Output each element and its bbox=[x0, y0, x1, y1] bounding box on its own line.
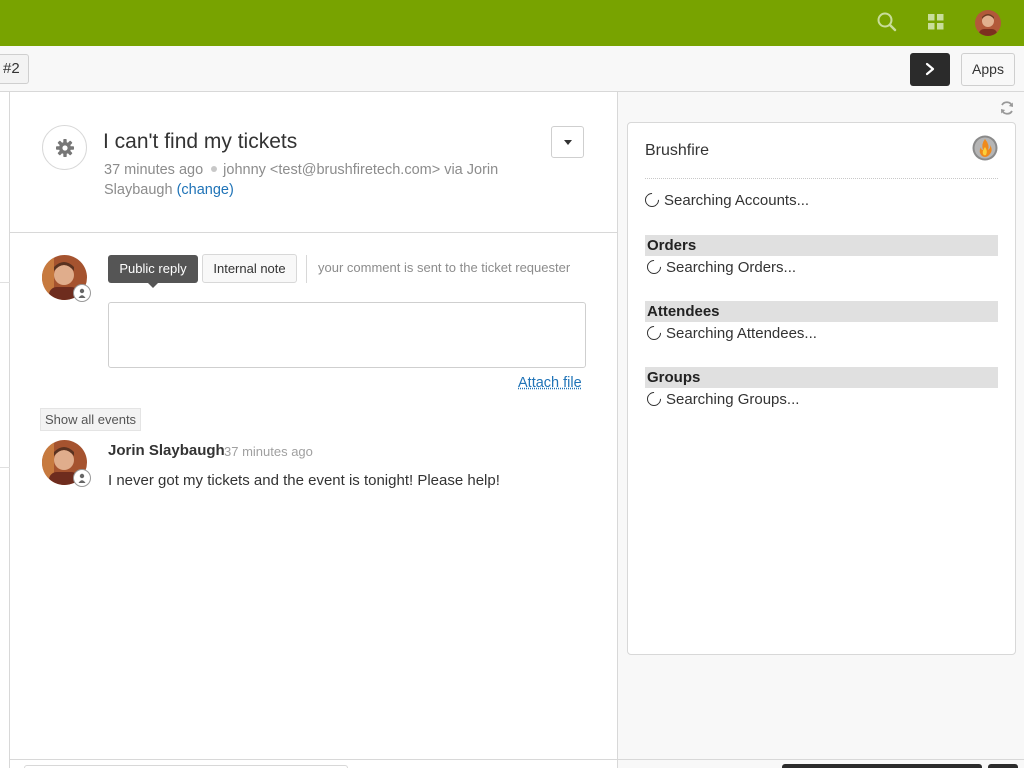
searching-groups-status: Searching Groups... bbox=[644, 389, 800, 409]
divider bbox=[0, 467, 10, 468]
next-button[interactable] bbox=[910, 53, 950, 86]
ticket-header: I can't find my tickets 37 minutes ago jo… bbox=[10, 92, 617, 233]
loading-spinner-icon bbox=[644, 323, 664, 343]
submit-options-edge[interactable] bbox=[988, 764, 1018, 768]
ticket-meta: 37 minutes ago johnny <test@brushfiretech… bbox=[104, 160, 544, 200]
submit-button-edge[interactable] bbox=[782, 764, 982, 768]
section-heading-orders: Orders bbox=[645, 235, 998, 256]
status-text: Searching Groups... bbox=[666, 391, 800, 408]
apps-sidebar: Brushfire Searching Accounts... Orders S… bbox=[618, 92, 1024, 768]
event-time: 37 minutes ago bbox=[224, 444, 313, 459]
ticket-time: 37 minutes ago bbox=[104, 162, 204, 178]
caret-down-icon bbox=[564, 140, 572, 145]
status-text: Searching Accounts... bbox=[664, 192, 810, 209]
chevron-right-icon bbox=[925, 62, 935, 76]
ticket-pane: I can't find my tickets 37 minutes ago jo… bbox=[10, 92, 618, 768]
searching-attendees-status: Searching Attendees... bbox=[644, 323, 817, 343]
divider bbox=[10, 759, 1024, 760]
event-author[interactable]: Jorin Slaybaugh bbox=[108, 442, 225, 459]
gear-icon bbox=[56, 139, 74, 157]
ticket-title: I can't find my tickets bbox=[103, 130, 298, 153]
ticket-tabs-bar: #2 Apps bbox=[0, 46, 1024, 92]
separator-dot bbox=[211, 166, 218, 173]
app-title: Brushfire bbox=[645, 142, 710, 159]
loading-spinner-icon bbox=[644, 389, 664, 409]
user-badge-icon bbox=[73, 284, 91, 302]
searching-orders-status: Searching Orders... bbox=[644, 257, 797, 277]
apps-button[interactable]: Apps bbox=[961, 53, 1015, 86]
event-body: I never got my tickets and the event is … bbox=[108, 472, 500, 489]
reply-hint: your comment is sent to the ticket reque… bbox=[318, 260, 571, 275]
apps-grid-icon[interactable] bbox=[926, 12, 946, 32]
section-heading-attendees: Attendees bbox=[645, 301, 998, 322]
public-reply-label: Public reply bbox=[119, 261, 187, 276]
searching-accounts-status: Searching Accounts... bbox=[642, 190, 810, 210]
refresh-icon[interactable] bbox=[999, 100, 1015, 116]
user-badge-icon bbox=[73, 469, 91, 487]
top-bar bbox=[0, 0, 1024, 46]
search-icon[interactable] bbox=[876, 11, 898, 33]
public-reply-button[interactable]: Public reply bbox=[108, 255, 198, 288]
section-heading-groups: Groups bbox=[645, 367, 998, 388]
user-avatar[interactable] bbox=[975, 10, 1001, 36]
ticket-settings-button[interactable] bbox=[42, 125, 87, 170]
ticket-tab[interactable]: #2 bbox=[0, 54, 29, 84]
pointer-arrow bbox=[147, 282, 159, 288]
loading-spinner-icon bbox=[642, 190, 662, 210]
comment-input[interactable] bbox=[108, 302, 586, 368]
show-all-events-button[interactable]: Show all events bbox=[40, 408, 142, 431]
brushfire-flame-logo bbox=[972, 135, 998, 161]
internal-note-button[interactable]: Internal note bbox=[202, 254, 297, 283]
status-text: Searching Attendees... bbox=[666, 325, 817, 342]
brushfire-app-card: Brushfire Searching Accounts... Orders S… bbox=[627, 122, 1016, 655]
divider bbox=[0, 282, 10, 283]
loading-spinner-icon bbox=[644, 257, 664, 277]
attach-file-link[interactable]: Attach file bbox=[518, 375, 582, 391]
left-edge-column bbox=[0, 92, 10, 768]
change-requester-link[interactable]: (change) bbox=[177, 182, 234, 198]
ticket-options-dropdown[interactable] bbox=[551, 126, 584, 158]
divider bbox=[306, 255, 307, 283]
divider bbox=[645, 178, 998, 179]
status-text: Searching Orders... bbox=[666, 259, 797, 276]
